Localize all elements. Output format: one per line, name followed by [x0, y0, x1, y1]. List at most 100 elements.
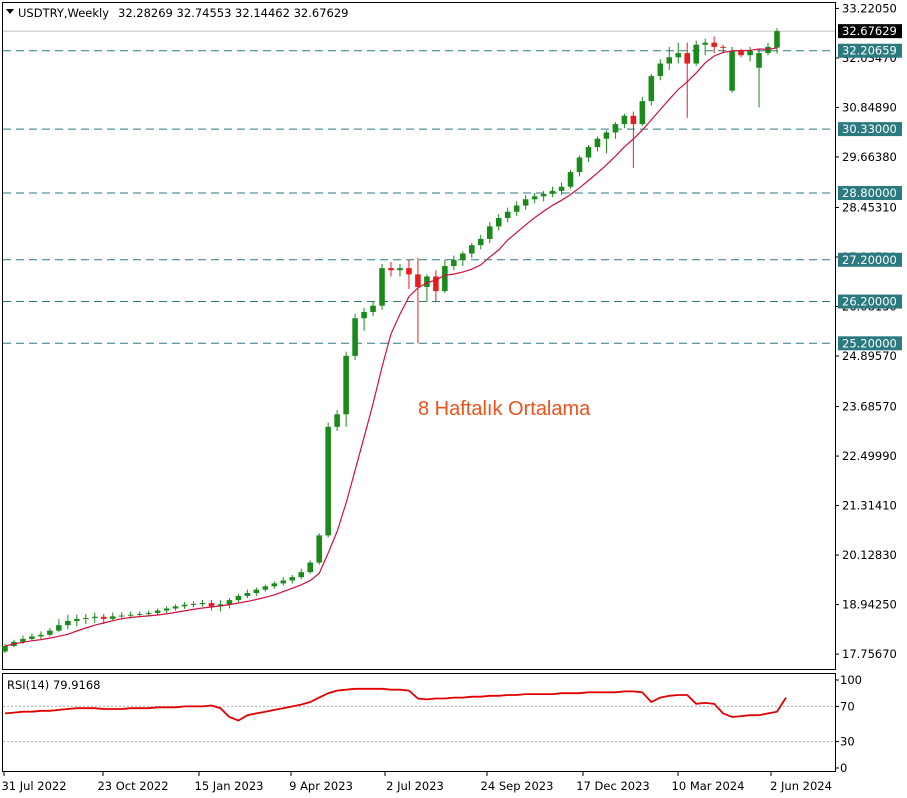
candle-body — [65, 620, 71, 626]
candle-body — [244, 593, 251, 596]
candle-body — [118, 615, 125, 617]
candle-body — [208, 603, 215, 607]
candle-body — [594, 138, 601, 148]
candle-body — [91, 616, 98, 619]
level-badge-label: 25.20000 — [842, 336, 897, 350]
price-tick-label: 20.12830 — [842, 548, 897, 562]
candle-body — [325, 426, 331, 536]
candle-body — [684, 53, 691, 64]
candle-body — [145, 613, 152, 615]
candle-body — [172, 606, 179, 609]
rsi-tick-label: 0 — [840, 761, 847, 775]
symbol-label: USDTRY,Weekly — [18, 6, 109, 20]
time-tick-label: 31 Jul 2022 — [1, 779, 66, 793]
candle-body — [271, 583, 278, 587]
candle-body — [136, 613, 143, 615]
candle-body — [100, 616, 107, 619]
time-axis: 31 Jul 2022 23 Oct 2022 15 Jan 2023 9 Apr 2… — [1, 772, 832, 793]
ma-annotation: 8 Haftalık Ortalama — [418, 398, 591, 420]
price-tick-label: 33.22050 — [842, 1, 897, 15]
time-tick-label: 17 Dec 2023 — [576, 779, 649, 793]
candle-body — [576, 157, 583, 173]
candle-body — [199, 603, 206, 605]
candle-body — [280, 580, 287, 584]
candle-body — [612, 124, 619, 133]
candle-body — [406, 268, 412, 275]
candle-body — [504, 211, 511, 219]
candle-body — [549, 190, 556, 194]
candle-body — [639, 101, 646, 125]
candle-body — [567, 172, 574, 187]
current-price-label: 32.67629 — [842, 24, 897, 38]
candle-body — [370, 305, 376, 312]
candle-body — [352, 318, 358, 356]
candle-body — [2, 646, 8, 652]
price-tick-label: 18.94250 — [842, 598, 897, 612]
candle-body — [477, 238, 484, 246]
candle-body — [522, 199, 529, 206]
ohlc-readout: 32.28269 32.74553 32.14462 32.67629 — [118, 6, 348, 20]
candle-body — [621, 115, 628, 125]
candle-body — [289, 577, 296, 581]
candle-body — [361, 311, 367, 319]
price-tick-label: 24.89570 — [842, 349, 897, 363]
level-badge-label: 27.20000 — [842, 253, 897, 267]
candle-body — [486, 226, 493, 239]
price-tick-label: 17.75670 — [842, 647, 897, 661]
candle-body — [693, 44, 699, 64]
candle-body — [190, 603, 197, 605]
chart-window: USDTRY,Weekly 32.28269 32.74553 32.14462… — [0, 0, 907, 798]
rsi-label: RSI(14) 79.9168 — [7, 678, 101, 692]
candle-body — [711, 42, 717, 47]
candle-body — [343, 355, 349, 415]
price-tick-label: 30.84890 — [842, 100, 897, 114]
candle-body — [109, 616, 116, 619]
candle-body — [585, 147, 592, 158]
candle-body — [397, 268, 403, 271]
candle-body — [154, 610, 161, 614]
candle-body — [702, 42, 708, 45]
price-tick-label: 28.45310 — [842, 200, 897, 214]
price-tick-label: 22.49990 — [842, 449, 897, 463]
level-badge-label: 30.33000 — [842, 122, 897, 136]
candle-body — [720, 46, 726, 48]
candle-body — [181, 604, 188, 607]
candle-body — [415, 274, 421, 287]
candle-body — [56, 625, 62, 631]
candle-body — [765, 46, 771, 54]
candle-body — [675, 53, 682, 58]
candle-body — [747, 51, 753, 56]
price-tick-label: 21.31410 — [842, 499, 897, 513]
candle-body — [738, 51, 744, 56]
price-axis: 33.2205032.0347030.8489029.6638028.45310… — [835, 1, 902, 661]
candle-body — [127, 614, 134, 616]
time-tick-label: 24 Sep 2023 — [481, 779, 554, 793]
price-tick-label: 29.66380 — [842, 150, 897, 164]
candle-body — [163, 608, 170, 611]
candle-body — [756, 53, 762, 68]
candle-body — [38, 634, 44, 637]
time-tick-label: 15 Jan 2023 — [195, 779, 264, 793]
candle-body — [235, 595, 242, 601]
candle-body — [540, 193, 547, 197]
rsi-tick-label: 100 — [840, 673, 862, 687]
main-pane — [2, 2, 836, 670]
candle-body — [47, 630, 53, 635]
candle-body — [388, 268, 394, 271]
candle-body — [531, 196, 538, 200]
rsi-pane — [2, 673, 836, 772]
candle-body — [83, 618, 89, 620]
level-badge-label: 26.20000 — [842, 295, 897, 309]
candle-body — [648, 76, 655, 102]
rsi-tick-label: 30 — [840, 735, 855, 749]
candle-body — [513, 205, 520, 212]
chart-canvas[interactable]: USDTRY,Weekly 32.28269 32.74553 32.14462… — [0, 0, 907, 798]
time-tick-label: 23 Oct 2022 — [97, 779, 168, 793]
level-badge-label: 28.80000 — [842, 186, 897, 200]
candle-body — [334, 414, 340, 427]
price-tick-label: 23.68570 — [842, 400, 897, 414]
candle-body — [262, 586, 269, 590]
candle-body — [451, 259, 457, 267]
time-tick-label: 2 Jun 2024 — [770, 779, 832, 793]
candle-body — [442, 266, 448, 292]
